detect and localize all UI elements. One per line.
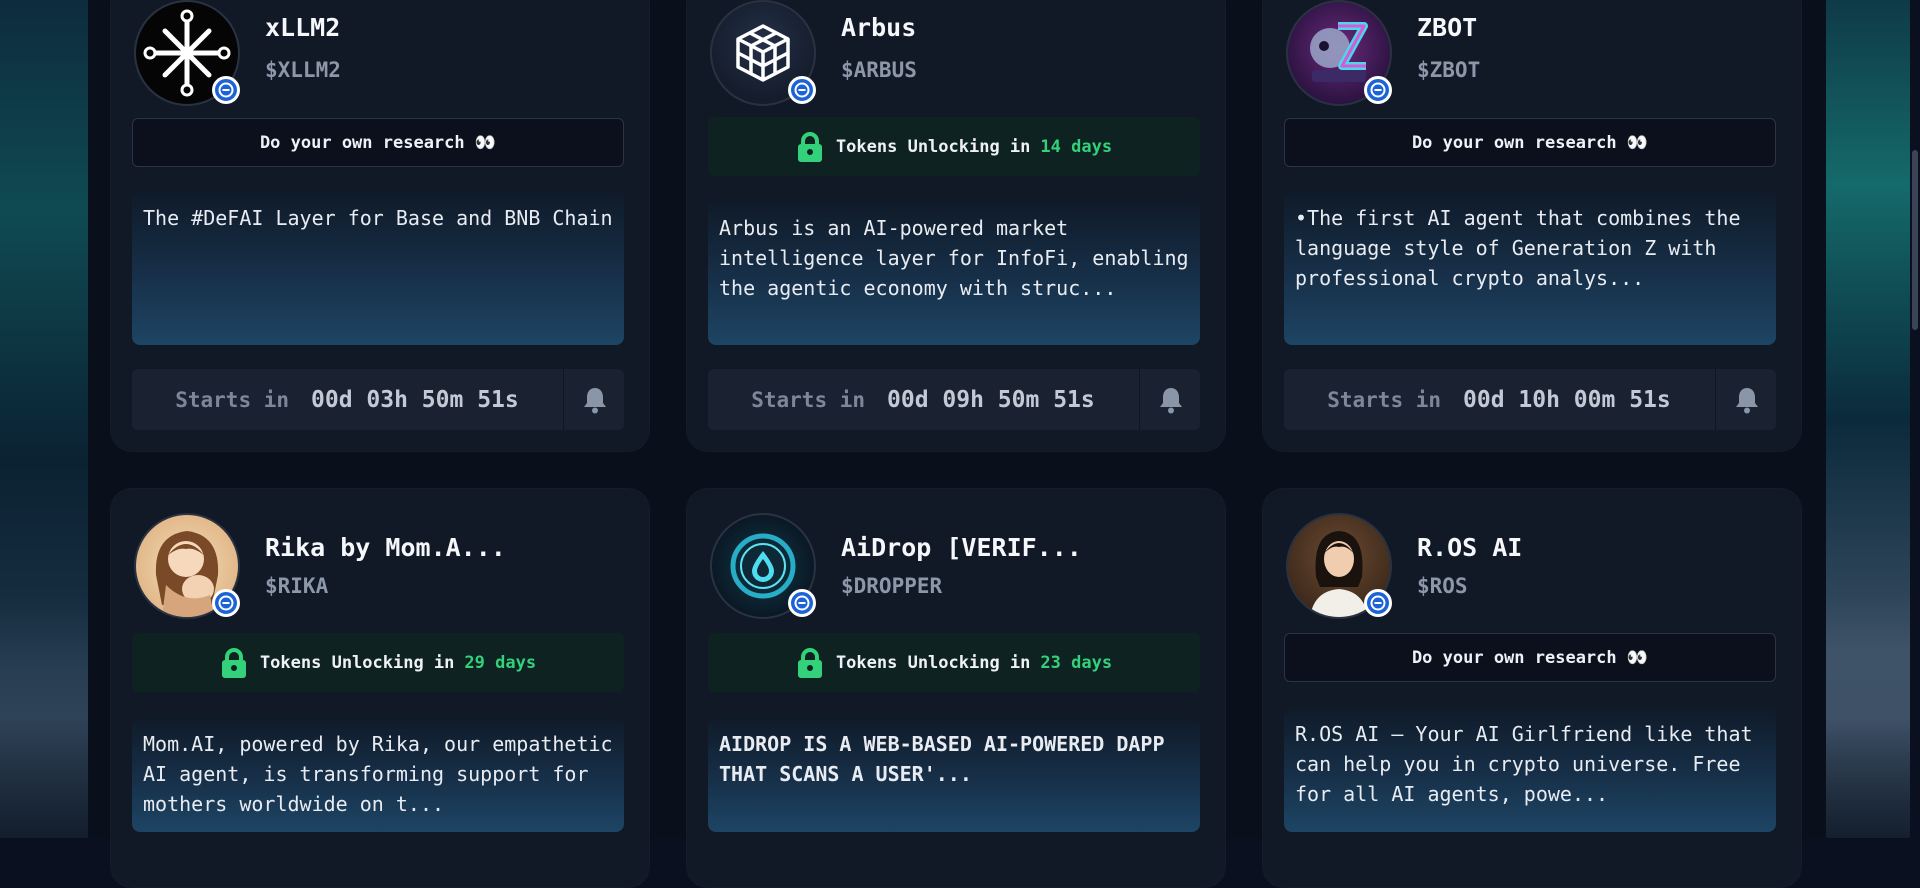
verified-badge-icon — [788, 76, 816, 104]
background-scenery-left — [0, 0, 88, 838]
token-unlock-notice: Tokens Unlocking in 14 days — [708, 117, 1200, 176]
token-unlock-notice: Tokens Unlocking in 23 days — [708, 633, 1200, 692]
notify-bell-button[interactable] — [1139, 369, 1200, 430]
verified-badge-icon — [212, 76, 240, 104]
notify-bell-button[interactable] — [1715, 369, 1776, 430]
lock-icon — [797, 131, 822, 162]
token-ticker: $ROS — [1417, 574, 1468, 598]
countdown-bar: Starts in 00d 09h 50m 51s — [708, 369, 1200, 430]
token-description: Arbus is an AI-powered market intelligen… — [708, 201, 1200, 345]
bell-icon — [1159, 387, 1182, 413]
token-card-arbus[interactable]: Arbus $ARBUS Tokens Unlocking in 14 days… — [686, 0, 1226, 452]
countdown-timer: 00d 10h 00m 51s — [1463, 386, 1671, 413]
dyor-notice: Do your own research 👀 — [132, 118, 624, 167]
token-ticker: $ZBOT — [1417, 58, 1481, 82]
unlock-days: 23 days — [1040, 652, 1113, 673]
token-card-rika[interactable]: Rika by Mom.A... $RIKA Tokens Unlocking … — [110, 488, 650, 888]
notify-bell-button[interactable] — [563, 369, 624, 430]
token-name[interactable]: xLLM2 — [265, 13, 340, 42]
scrollbar-thumb[interactable] — [1912, 150, 1918, 330]
token-name[interactable]: ZBOT — [1417, 13, 1477, 42]
token-description: The #DeFAI Layer for Base and BNB Chain — [132, 191, 624, 345]
token-name[interactable]: R.OS AI — [1417, 533, 1522, 562]
token-ticker: $RIKA — [265, 574, 329, 598]
token-card-aidrop[interactable]: AiDrop [VERIF... $DROPPER Tokens Unlocki… — [686, 488, 1226, 888]
token-description: •The first AI agent that combines the la… — [1284, 191, 1776, 345]
countdown-timer: 00d 09h 50m 51s — [887, 386, 1095, 413]
token-name[interactable]: Arbus — [841, 13, 916, 42]
starts-in-label: Starts in — [1327, 387, 1442, 412]
dyor-notice: Do your own research 👀 — [1284, 633, 1776, 682]
background-scenery-right — [1826, 0, 1920, 838]
token-ticker: $ARBUS — [841, 58, 917, 82]
token-name[interactable]: Rika by Mom.A... — [265, 533, 506, 562]
unlock-days: 14 days — [1040, 136, 1113, 157]
verified-badge-icon — [212, 589, 240, 617]
unlock-label: Tokens Unlocking in — [835, 136, 1031, 157]
countdown-bar: Starts in 00d 03h 50m 51s — [132, 369, 624, 430]
verified-badge-icon — [1364, 589, 1392, 617]
token-description: AIDROP IS A WEB-BASED AI-POWERED DAPP TH… — [708, 717, 1200, 832]
token-name[interactable]: AiDrop [VERIF... — [841, 533, 1082, 562]
verified-badge-icon — [788, 589, 816, 617]
bell-icon — [583, 387, 606, 413]
lock-icon — [797, 647, 822, 678]
verified-badge-icon — [1364, 76, 1392, 104]
token-card-ros-ai[interactable]: R.OS AI $ROS Do your own research 👀 R.OS… — [1262, 488, 1802, 888]
page-scrollbar[interactable] — [1910, 0, 1920, 838]
unlock-label: Tokens Unlocking in — [835, 652, 1031, 673]
dyor-notice: Do your own research 👀 — [1284, 118, 1776, 167]
token-description: R.OS AI – Your AI Girlfriend like that c… — [1284, 707, 1776, 832]
bell-icon — [1735, 387, 1758, 413]
unlock-label: Tokens Unlocking in — [259, 652, 455, 673]
countdown-timer: 00d 03h 50m 51s — [311, 386, 519, 413]
token-card-zbot[interactable]: ZBOT $ZBOT Do your own research 👀 •The f… — [1262, 0, 1802, 452]
token-ticker: $XLLM2 — [265, 58, 341, 82]
lock-icon — [221, 647, 246, 678]
token-ticker: $DROPPER — [841, 574, 943, 598]
unlock-days: 29 days — [464, 652, 537, 673]
countdown-bar: Starts in 00d 10h 00m 51s — [1284, 369, 1776, 430]
token-card-xllm2[interactable]: xLLM2 $XLLM2 Do your own research 👀 The … — [110, 0, 650, 452]
token-description: Mom.AI, powered by Rika, our empathetic … — [132, 717, 624, 832]
token-unlock-notice: Tokens Unlocking in 29 days — [132, 633, 624, 692]
starts-in-label: Starts in — [175, 387, 290, 412]
starts-in-label: Starts in — [751, 387, 866, 412]
